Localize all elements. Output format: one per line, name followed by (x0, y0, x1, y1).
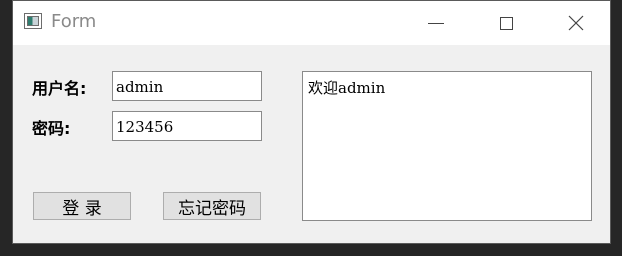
password-label: 密码: (32, 119, 71, 138)
username-label: 用户名: (32, 79, 87, 98)
minimize-icon (428, 22, 444, 24)
maximize-button[interactable] (483, 1, 529, 45)
login-button[interactable]: 登 录 (33, 192, 131, 220)
window-title: Form (51, 11, 97, 32)
title-bar[interactable]: Form (13, 1, 610, 45)
username-field[interactable]: admin (112, 71, 262, 101)
forgot-password-button[interactable]: 忘记密码 (163, 192, 261, 220)
message-output-box[interactable]: 欢迎admin (302, 71, 592, 221)
password-field[interactable]: 123456 (112, 111, 262, 141)
close-button[interactable] (553, 1, 599, 45)
close-icon (568, 15, 584, 31)
maximize-icon (499, 16, 513, 30)
form-window: Form 用户名: admin 密码: 123456 登 录 忘记密码 欢迎ad… (12, 0, 611, 244)
form-window-icon-inner (27, 16, 39, 26)
form-window-icon (24, 13, 42, 29)
minimize-button[interactable] (413, 1, 459, 45)
